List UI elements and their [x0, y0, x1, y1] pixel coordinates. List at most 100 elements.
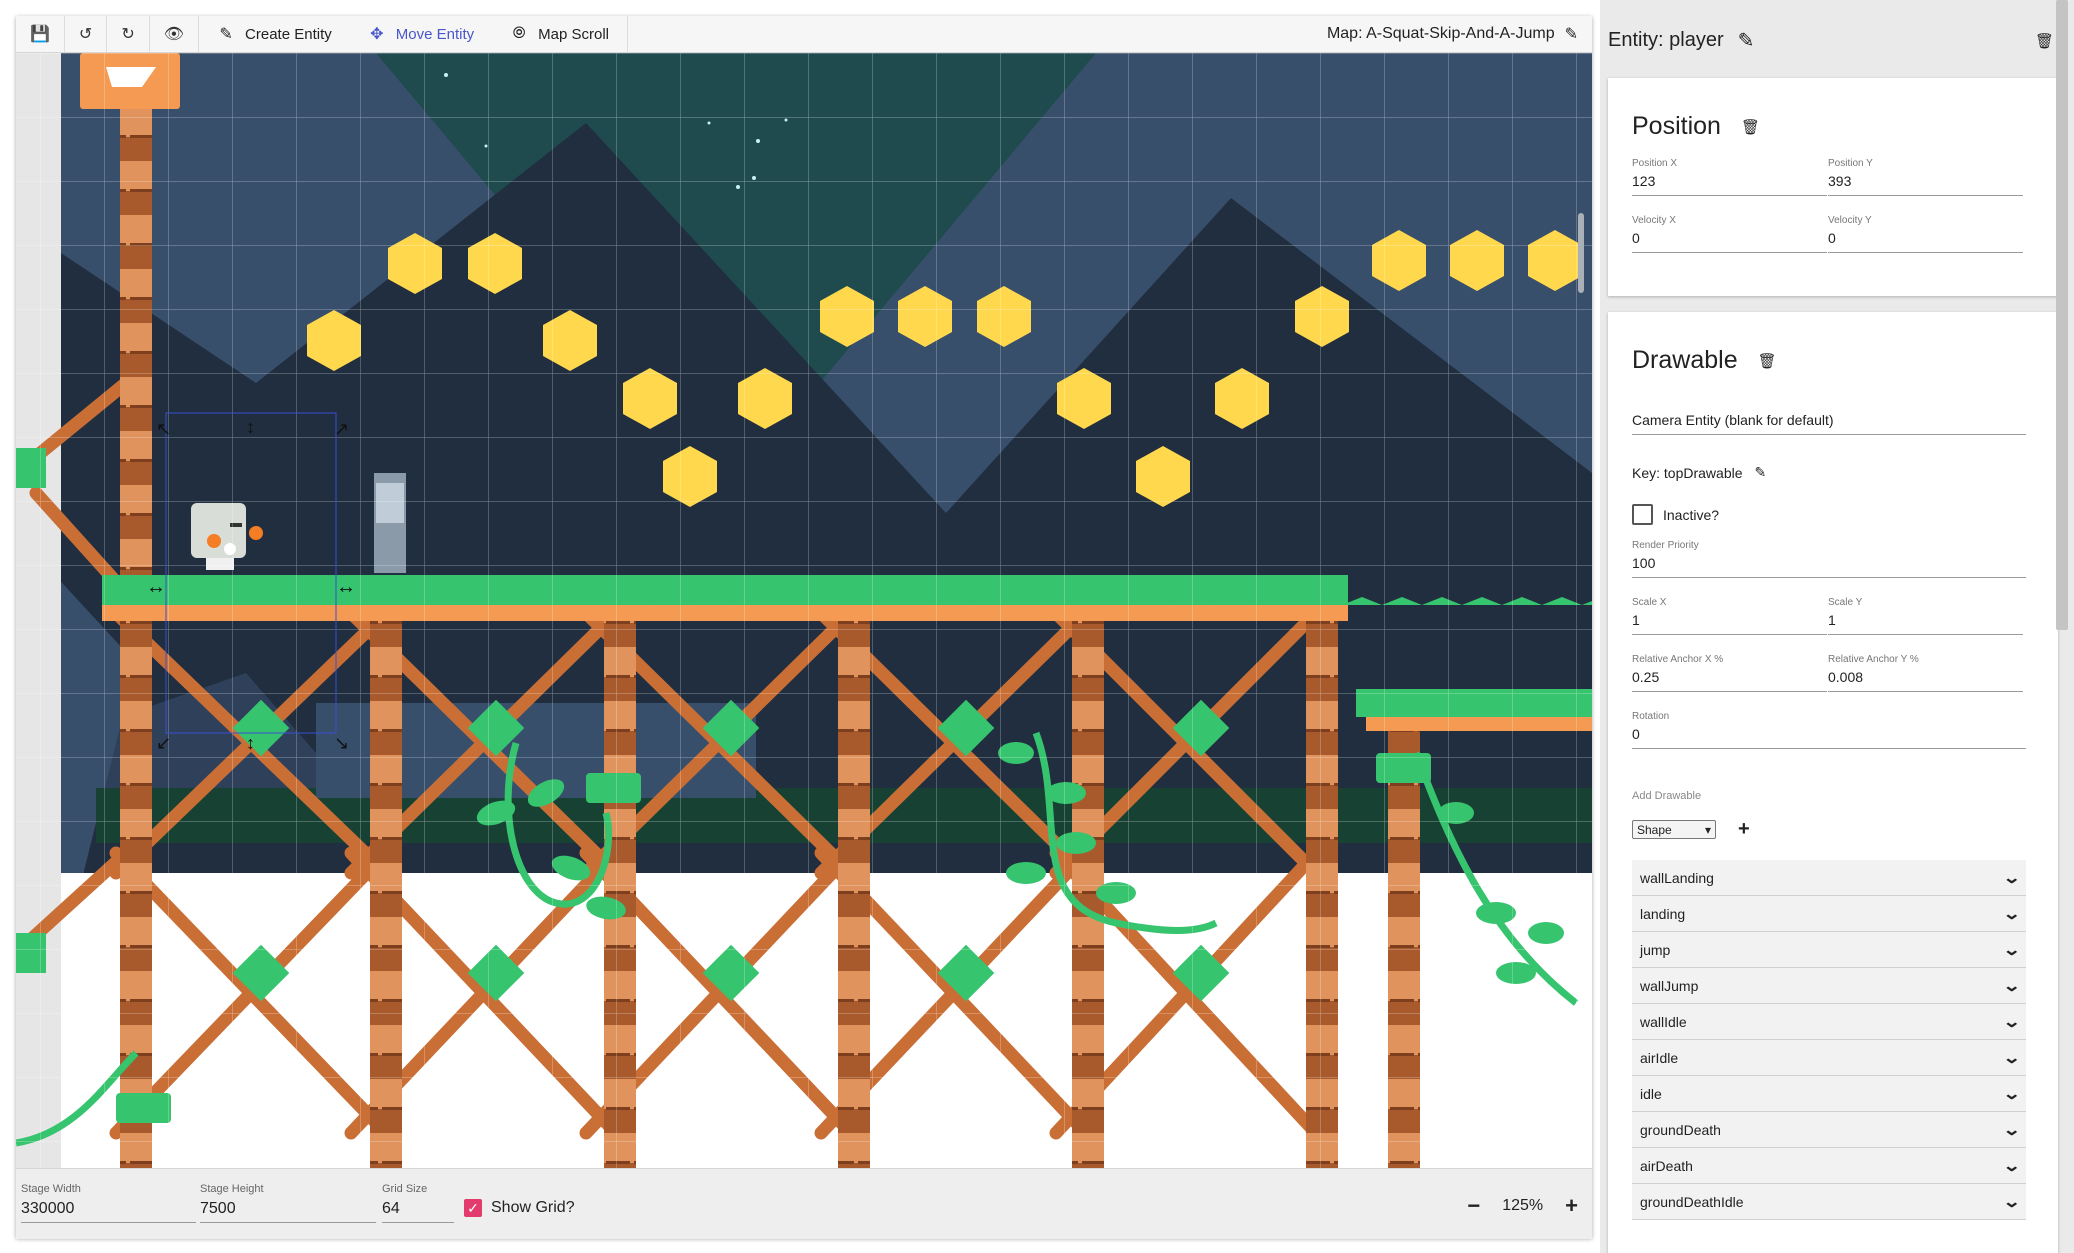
canvas-scrollbar[interactable]: [1578, 213, 1584, 293]
add-drawable-button[interactable]: +: [1738, 818, 1750, 841]
undo-icon[interactable]: ↺: [65, 16, 108, 52]
animation-item-label: airIdle: [1640, 1049, 1679, 1066]
scale-y-field[interactable]: Scale Y 1: [1828, 597, 2023, 635]
anchor-x-field[interactable]: Relative Anchor X % 0.25: [1632, 654, 1827, 692]
animation-item[interactable]: airIdle ⌄: [1632, 1040, 2026, 1076]
stage-width-label: Stage Width: [21, 1183, 81, 1195]
animation-item[interactable]: groundDeathIdle ⌄: [1632, 1184, 2026, 1220]
animation-item[interactable]: groundDeath ⌄: [1632, 1112, 2026, 1148]
anchor-x-label: Relative Anchor X %: [1632, 654, 1724, 665]
create-entity-tool[interactable]: ✎ Create Entity: [199, 16, 350, 52]
animation-item-label: wallLanding: [1640, 869, 1714, 886]
anchor-y-value[interactable]: 0.008: [1828, 669, 2023, 692]
scale-y-value[interactable]: 1: [1828, 612, 2023, 635]
grid-size-value[interactable]: 64: [382, 1200, 454, 1223]
entity-header: Entity: player ✎ 🗑: [1608, 28, 2054, 53]
velocity-x-label: Velocity X: [1632, 215, 1676, 226]
chevron-down-icon[interactable]: ⌄: [2002, 1084, 2021, 1104]
save-icon[interactable]: 💾: [16, 16, 65, 52]
stage-width-value[interactable]: 330000: [21, 1200, 196, 1223]
map-canvas[interactable]: ↖ ↕ ↗ ↔ ↔ ↙ ↕ ↘: [16, 53, 1592, 1168]
drawable-type-value: Shape: [1637, 822, 1672, 837]
anchor-x-value[interactable]: 0.25: [1632, 669, 1827, 692]
scale-y-label: Scale Y: [1828, 597, 1863, 608]
inactive-toggle[interactable]: Inactive?: [1632, 504, 1719, 525]
show-grid-checkbox[interactable]: ✓: [464, 1199, 482, 1217]
zoom-out-button[interactable]: −: [1467, 1195, 1480, 1217]
zoom-controls: − 125% +: [1467, 1195, 1578, 1217]
trash-icon[interactable]: 🗑: [1758, 352, 1777, 370]
velocity-x-value[interactable]: 0: [1632, 230, 1827, 253]
position-y-field[interactable]: Position Y 393: [1828, 158, 2023, 196]
velocity-y-value[interactable]: 0: [1828, 230, 2023, 253]
stage-height-field[interactable]: Stage Height 7500: [200, 1183, 376, 1223]
chevron-down-icon[interactable]: ⌄: [2002, 940, 2021, 960]
animation-item-label: jump: [1640, 941, 1671, 958]
drawable-type-select[interactable]: Shape ▾: [1632, 820, 1716, 839]
animation-item[interactable]: airDeath ⌄: [1632, 1148, 2026, 1184]
pencil-icon[interactable]: ✎: [1738, 28, 1755, 53]
anchor-y-field[interactable]: Relative Anchor Y % 0.008: [1828, 654, 2023, 692]
scale-x-field[interactable]: Scale X 1: [1632, 597, 1827, 635]
chevron-down-icon[interactable]: ⌄: [2002, 1120, 2021, 1140]
velocity-y-label: Velocity Y: [1828, 215, 1872, 226]
create-entity-label: Create Entity: [245, 25, 332, 43]
stage-width-field[interactable]: Stage Width 330000: [21, 1183, 196, 1223]
trash-icon[interactable]: 🗑: [1741, 118, 1760, 136]
redo-icon[interactable]: ↻: [107, 16, 150, 52]
map-title: Map: A-Squat-Skip-And-A-Jump ✎: [1327, 24, 1592, 44]
chevron-down-icon[interactable]: ⌄: [2002, 1192, 2021, 1212]
render-priority-value[interactable]: 100: [1632, 555, 2026, 578]
scale-x-value[interactable]: 1: [1632, 612, 1827, 635]
zoom-level: 125%: [1502, 1197, 1544, 1214]
show-grid-toggle[interactable]: ✓ Show Grid?: [464, 1199, 575, 1217]
animation-item[interactable]: wallJump ⌄: [1632, 968, 2026, 1004]
chevron-down-icon[interactable]: ⌄: [2002, 904, 2021, 924]
svg-text:↙: ↙: [156, 733, 171, 753]
svg-text:↘: ↘: [334, 733, 349, 753]
animation-item[interactable]: wallIdle ⌄: [1632, 1004, 2026, 1040]
chevron-down-icon[interactable]: ⌄: [2002, 1048, 2021, 1068]
grid-size-field[interactable]: Grid Size 64: [382, 1183, 454, 1223]
chevron-down-icon[interactable]: ⌄: [2002, 868, 2021, 888]
render-priority-field[interactable]: Render Priority 100: [1632, 540, 2026, 578]
chevron-down-icon[interactable]: ⌄: [2002, 1012, 2021, 1032]
position-x-value[interactable]: 123: [1632, 173, 1827, 196]
add-drawable-row: Shape ▾ +: [1632, 818, 1750, 841]
zoom-in-button[interactable]: +: [1565, 1195, 1578, 1217]
chevron-down-icon[interactable]: ⌄: [2002, 976, 2021, 996]
pencil-icon[interactable]: ✎: [1755, 464, 1767, 481]
chevron-down-icon[interactable]: ⌄: [2002, 1156, 2021, 1176]
editor-toolbar: 💾 ↺ ↻ 👁 ✎ Create Entity ✥ Move Entity ⦾ …: [16, 16, 1592, 53]
svg-text:↗: ↗: [334, 419, 349, 439]
grid-size-label: Grid Size: [382, 1183, 428, 1195]
position-x-field[interactable]: Position X 123: [1632, 158, 1827, 196]
map-scene[interactable]: ↖ ↕ ↗ ↔ ↔ ↙ ↕ ↘: [16, 53, 1592, 1168]
stage-height-value[interactable]: 7500: [200, 1200, 376, 1223]
animation-item[interactable]: idle ⌄: [1632, 1076, 2026, 1112]
panel-scrollbar[interactable]: [2056, 0, 2068, 630]
drawable-key-label: Key: topDrawable: [1632, 464, 1743, 481]
svg-text:↔: ↔: [336, 576, 356, 598]
caret-down-icon: ▾: [1704, 822, 1711, 837]
animation-item[interactable]: wallLanding ⌄: [1632, 860, 2026, 896]
trash-icon[interactable]: 🗑: [2035, 32, 2054, 50]
camera-entity-field[interactable]: Camera Entity (blank for default): [1632, 412, 2026, 435]
animation-item-label: wallIdle: [1640, 1013, 1687, 1030]
stage-settings-bar: Stage Width 330000 Stage Height 7500 Gri…: [16, 1168, 1592, 1239]
velocity-x-field[interactable]: Velocity X 0: [1632, 215, 1827, 253]
inactive-checkbox[interactable]: [1632, 504, 1653, 525]
velocity-y-field[interactable]: Velocity Y 0: [1828, 215, 2023, 253]
position-y-value[interactable]: 393: [1828, 173, 2023, 196]
rotation-field[interactable]: Rotation 0: [1632, 711, 2026, 749]
move-entity-tool[interactable]: ✥ Move Entity: [350, 16, 492, 52]
animation-item[interactable]: jump ⌄: [1632, 932, 2026, 968]
move-entity-label: Move Entity: [395, 25, 475, 43]
map-scroll-tool[interactable]: ⦾ Map Scroll: [492, 16, 627, 52]
position-x-label: Position X: [1632, 158, 1678, 169]
pencil-icon[interactable]: ✎: [1565, 24, 1578, 44]
eye-icon[interactable]: 👁: [150, 16, 200, 52]
camera-entity-input[interactable]: Camera Entity (blank for default): [1632, 412, 2026, 435]
animation-item[interactable]: landing ⌄: [1632, 896, 2026, 932]
rotation-value[interactable]: 0: [1632, 726, 2026, 749]
